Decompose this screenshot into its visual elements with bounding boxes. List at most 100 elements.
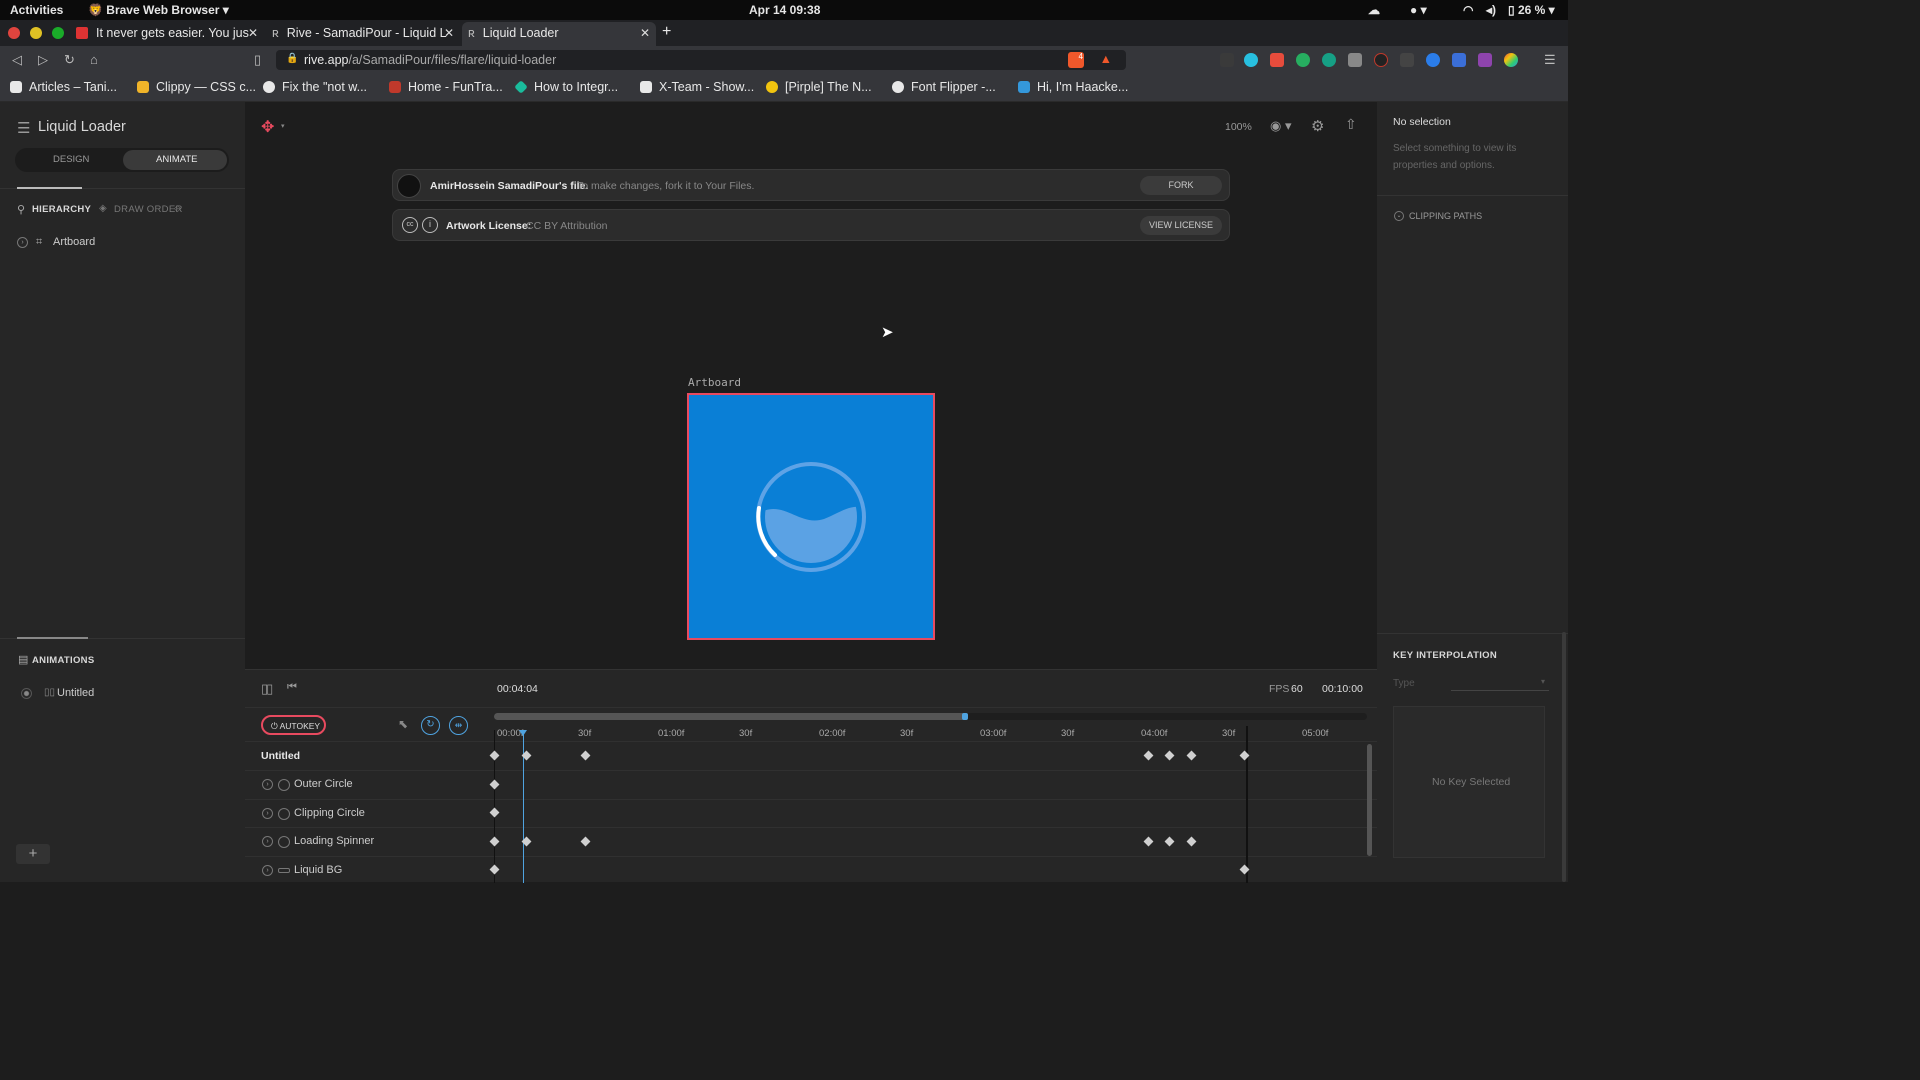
hamburger-menu-icon[interactable]: ☰ — [1544, 52, 1556, 68]
grammarly-icon[interactable] — [1296, 53, 1310, 67]
timeline-scroll-thumb[interactable] — [494, 713, 966, 720]
eye-icon[interactable]: ◉ ▾ — [1270, 118, 1291, 134]
address-bar[interactable]: 🔒 rive.app/a/SamadiPour/files/flare/liqu… — [276, 50, 1126, 70]
keyframe[interactable] — [1186, 836, 1197, 847]
zoom-level[interactable]: 100% — [1225, 121, 1252, 133]
pingpong-icon[interactable]: ⇹ — [449, 716, 468, 735]
close-tab-icon[interactable]: ✕ — [248, 26, 258, 40]
artboard[interactable] — [687, 393, 935, 640]
rewind-icon[interactable]: ⏮ — [287, 681, 297, 694]
type-select[interactable]: Type — [1393, 678, 1415, 689]
keyframe[interactable] — [580, 836, 591, 847]
maximize-window-button[interactable] — [52, 27, 64, 39]
bookmark-item[interactable]: Clippy — CSS c... — [137, 80, 256, 94]
minimize-window-button[interactable] — [30, 27, 42, 39]
duration[interactable]: 00:10:00 — [1322, 683, 1363, 695]
extension-blue-icon[interactable] — [1426, 53, 1440, 67]
expand-chevron-icon[interactable]: › — [262, 808, 273, 819]
keyframe[interactable] — [489, 864, 500, 875]
tab-draw-order[interactable]: DRAW ORDER — [114, 204, 183, 215]
bookmark-item[interactable]: Hi, I'm Haacke... — [1018, 80, 1128, 94]
tab-1[interactable]: It never gets easier. You jus ✕ — [72, 22, 264, 46]
home-icon[interactable]: ⌂ — [90, 52, 98, 67]
clock[interactable]: Apr 14 09:38 — [749, 3, 820, 17]
extension-gray-icon[interactable] — [1348, 53, 1362, 67]
bookmark-item[interactable]: Font Flipper -... — [892, 80, 996, 94]
chevron-down-icon[interactable]: ▾ — [1541, 677, 1545, 686]
react-devtools-icon[interactable] — [1244, 53, 1258, 67]
tab-hierarchy[interactable]: HIERARCHY — [32, 204, 91, 215]
bookmark-item[interactable]: Fix the "not w... — [263, 80, 367, 94]
extension-wave-icon[interactable] — [1400, 53, 1414, 67]
expand-chevron-icon[interactable]: › — [262, 779, 273, 790]
forward-icon[interactable]: ▷ — [38, 52, 48, 68]
clipping-paths-section[interactable]: CLIPPING PATHS — [1409, 211, 1482, 221]
animation-active-indicator[interactable] — [21, 688, 32, 699]
extension-purple-icon[interactable] — [1478, 53, 1492, 67]
add-animation-button[interactable]: + — [16, 844, 50, 864]
close-window-button[interactable] — [8, 27, 20, 39]
bookmark-item[interactable]: Home - FunTra... — [389, 80, 503, 94]
menu-icon[interactable]: ☰ — [17, 119, 30, 137]
keyframe[interactable] — [489, 779, 500, 790]
interpolation-curve-editor[interactable]: No Key Selected — [1393, 706, 1545, 858]
activities-button[interactable]: Activities — [10, 3, 63, 17]
timeline-ruler[interactable]: 00:00f 30f 01:00f 30f 02:00f 30f 03:00f … — [491, 725, 1377, 741]
close-tab-icon[interactable]: ✕ — [640, 26, 650, 40]
keyframe[interactable] — [1143, 750, 1154, 761]
bookmark-item[interactable]: Articles – Tani... — [10, 80, 117, 94]
autokey-button[interactable]: ⏻ AUTOKEY — [261, 715, 326, 735]
layer-loading-spinner[interactable]: Loading Spinner — [294, 835, 374, 847]
translate-icon[interactable] — [1452, 53, 1466, 67]
mode-design-button[interactable]: DESIGN — [53, 154, 89, 165]
loop-icon[interactable]: ↻ — [421, 716, 440, 735]
keyframe[interactable] — [1164, 750, 1175, 761]
keyframe[interactable] — [1143, 836, 1154, 847]
timeline-vertical-scrollbar[interactable] — [1367, 744, 1372, 856]
expand-chevron-icon[interactable]: › — [262, 836, 273, 847]
keyframe[interactable] — [1186, 750, 1197, 761]
right-panel-scrollbar[interactable] — [1562, 632, 1566, 882]
share-icon[interactable]: ⇧ — [1345, 116, 1357, 133]
chevron-down-icon[interactable]: ⌄ — [1394, 211, 1404, 221]
battery-indicator[interactable]: ▯ 26 % ▾ — [1508, 3, 1555, 17]
new-tab-icon[interactable]: + — [662, 22, 682, 46]
close-tab-icon[interactable]: ✕ — [444, 26, 454, 40]
app-menu[interactable]: 🦁 Brave Web Browser ▾ — [88, 3, 229, 17]
notification-icon[interactable]: ● ▾ — [1410, 3, 1427, 17]
tab-3-active[interactable]: ʀ Liquid Loader ✕ — [462, 22, 656, 46]
keyframe[interactable] — [489, 836, 500, 847]
extension-m-icon[interactable] — [1322, 53, 1336, 67]
work-area-handle[interactable] — [962, 713, 968, 720]
current-time[interactable]: 00:04:04 — [497, 683, 538, 695]
back-icon[interactable]: ◁ — [12, 52, 22, 68]
chevron-down-icon[interactable]: ▾ — [281, 122, 285, 130]
pause-icon[interactable]: ▯▯ — [261, 681, 273, 697]
extension-red-icon[interactable] — [1270, 53, 1284, 67]
keyframe[interactable] — [489, 750, 500, 761]
keyframe[interactable] — [1164, 836, 1175, 847]
stage-canvas[interactable]: ✥ ▾ 100% ◉ ▾ ⚙ ⇧ AmirHossein SamadiPour'… — [245, 102, 1377, 669]
layer-clipping-circle[interactable]: Clipping Circle — [294, 807, 365, 819]
keyframe[interactable] — [489, 807, 500, 818]
extension-icon[interactable] — [1220, 53, 1234, 67]
pointer-tool-icon[interactable]: ⬉ — [398, 717, 408, 731]
expand-chevron-icon[interactable]: › — [17, 237, 28, 248]
bookmark-icon[interactable]: ▯ — [254, 52, 261, 68]
fps-value[interactable]: 60 — [1291, 683, 1303, 695]
bookmark-item[interactable]: How to Integr... — [514, 80, 618, 94]
reload-icon[interactable]: ↻ — [64, 52, 75, 68]
keyframe[interactable] — [580, 750, 591, 761]
extension-dark-icon[interactable] — [1374, 53, 1388, 67]
bookmark-item[interactable]: X-Team - Show... — [640, 80, 754, 94]
move-tool-icon[interactable]: ✥ — [261, 117, 274, 137]
view-license-button[interactable]: VIEW LICENSE — [1140, 216, 1222, 235]
extension-color-icon[interactable] — [1504, 53, 1518, 67]
playhead-handle[interactable] — [519, 730, 527, 736]
brave-rewards-icon[interactable]: ▲ — [1100, 52, 1112, 66]
bookmark-item[interactable]: [Pirple] The N... — [766, 80, 872, 94]
layer-liquid-bg[interactable]: Liquid BG — [294, 864, 342, 876]
mode-animate-button[interactable]: ANIMATE — [123, 150, 227, 170]
expand-chevron-icon[interactable]: › — [262, 865, 273, 876]
brave-shield-icon[interactable]: 4 — [1068, 52, 1084, 68]
